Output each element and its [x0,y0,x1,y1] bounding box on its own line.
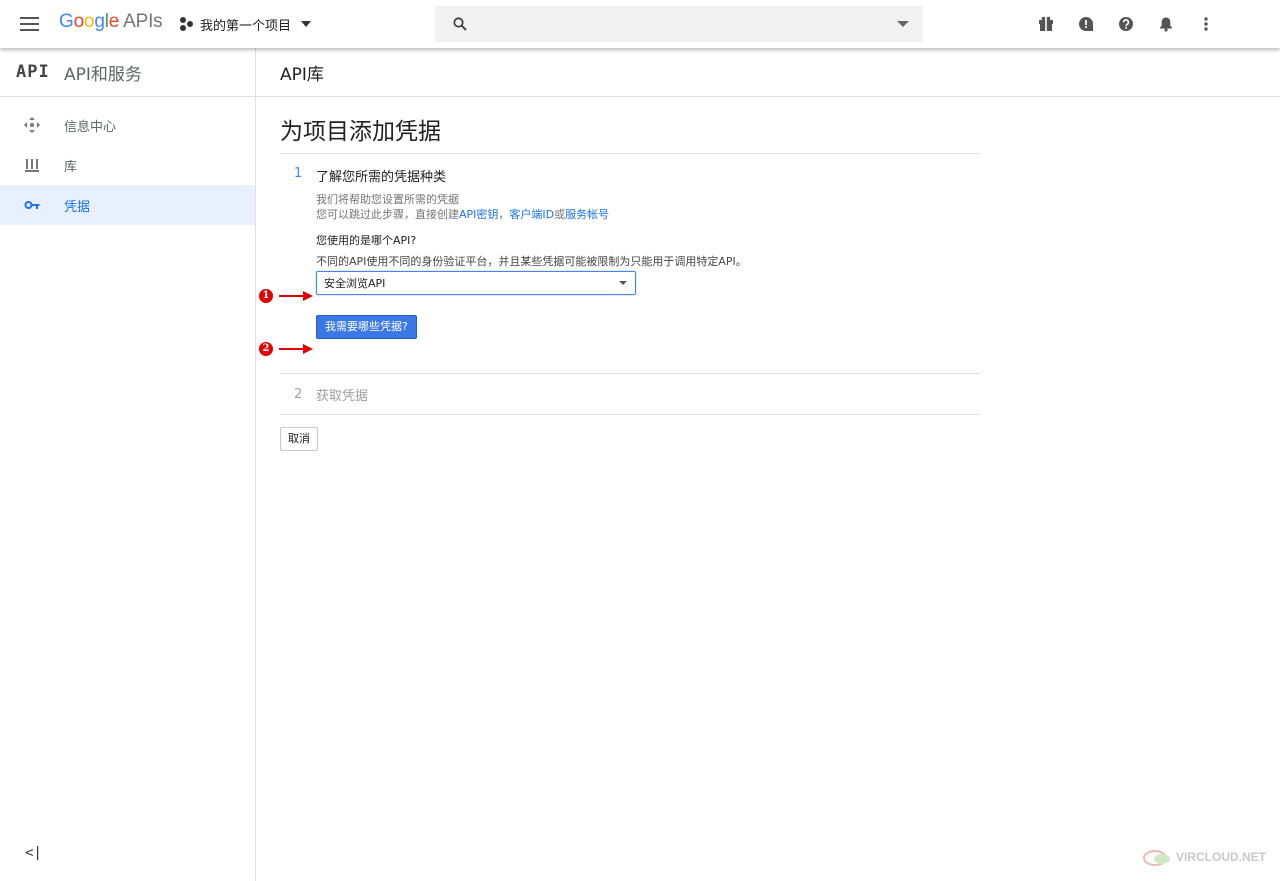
logo-letter: o [83,11,95,32]
help-text: 我们将帮助您设置所需的凭据 [316,193,459,206]
separator: ， [498,208,510,221]
logo-letter: g [94,11,105,32]
library-icon [24,157,40,173]
red-arrow-icon [279,291,313,301]
logo-letter: G [59,11,74,32]
step-number: 2 [294,386,303,402]
chevron-down-icon [301,21,312,27]
collapse-sidebar-icon[interactable]: <| [25,845,42,861]
top-actions [1036,14,1216,34]
search-input[interactable] [435,6,923,42]
step-1: 1 了解您所需的凭据种类 我们将帮助您设置所需的凭据 您可以跳过此步骤，直接创建… [280,154,980,339]
question-label: 您使用的是哪个API? [316,234,417,247]
client-id-link[interactable]: 客户端ID [509,208,554,221]
main-content: API库 为项目添加凭据 1 了解您所需的凭据种类 我们将帮助您设置所需的凭据 … [256,48,1280,881]
api-key-link[interactable]: API密钥 [459,208,498,221]
cloud-logo-icon [1143,850,1170,866]
project-selector[interactable]: 我的第一个项目 [180,14,312,34]
page-header-title: API库 [280,64,324,85]
watermark: VIRCLOUD.NET [1142,847,1266,867]
hamburger-menu-icon[interactable] [20,14,44,34]
sidebar-item-label: 库 [64,159,78,175]
project-dots-icon [180,17,194,31]
gift-icon[interactable] [1036,14,1056,34]
credentials-wizard: 为项目添加凭据 1 了解您所需的凭据种类 我们将帮助您设置所需的凭据 您可以跳过… [280,112,980,451]
help-text-links: 您可以跳过此步骤，直接创建API密钥，客户端ID或服务帐号 [316,207,980,222]
sidebar-item-dashboard[interactable]: 信息中心 [0,105,255,145]
sidebar-item-credentials[interactable]: 凭据 [0,185,255,225]
service-account-link[interactable]: 服务帐号 [565,208,609,221]
api-logo-icon: API [16,62,50,82]
which-credentials-button[interactable]: 我需要哪些凭据? [316,315,417,339]
dropdown-arrow-icon [619,281,627,285]
sidebar-nav: 信息中心 库 凭据 [0,97,255,225]
logo-letter: e [108,11,120,32]
question-description: 不同的API使用不同的身份验证平台，并且某些凭据可能被限制为只能用于调用特定AP… [316,255,747,268]
sidebar: API API和服务 信息中心 库 凭据 <| [0,48,256,881]
main-header: API库 [256,48,1280,97]
notifications-bell-icon[interactable] [1156,14,1176,34]
cancel-button[interactable]: 取消 [280,427,318,451]
red-arrow-icon [279,344,313,354]
help-prefix: 您可以跳过此步骤，直接创建 [316,208,459,221]
key-icon [24,197,40,213]
google-apis-logo[interactable]: Google APIs [59,11,163,33]
step-body: 了解您所需的凭据种类 我们将帮助您设置所需的凭据 您可以跳过此步骤，直接创建AP… [316,166,980,339]
project-name: 我的第一个项目 [200,18,292,34]
step-title: 获取凭据 [316,388,369,404]
sidebar-title: API和服务 [64,64,142,85]
api-select[interactable]: 安全浏览API [316,271,636,295]
annotation-marker-1: 1 [259,289,313,303]
dashboard-icon [24,117,40,133]
page-title: 为项目添加凭据 [280,112,980,154]
help-icon[interactable] [1116,14,1136,34]
watermark-text: VIRCLOUD.NET [1176,850,1266,864]
sidebar-item-label: 凭据 [64,199,91,215]
logo-apis-text: APIs [123,11,163,32]
more-vert-icon[interactable] [1196,14,1216,34]
step-title: 了解您所需的凭据种类 [316,170,447,185]
logo-letter: o [73,11,85,32]
step-number: 1 [294,166,303,181]
search-icon [453,17,467,31]
sidebar-header: API API和服务 [0,48,255,97]
sidebar-item-label: 信息中心 [64,119,117,135]
annotation-marker-2: 2 [259,342,313,356]
separator: 或 [554,208,566,221]
top-app-bar: Google APIs 我的第一个项目 [0,0,1280,48]
annotation-badge: 1 [259,289,273,303]
sidebar-item-library[interactable]: 库 [0,145,255,185]
annotation-badge: 2 [259,342,273,356]
search-dropdown-icon[interactable] [897,21,909,27]
step-2[interactable]: 2 获取凭据 [280,373,980,415]
feedback-icon[interactable] [1076,14,1096,34]
api-select-value: 安全浏览API [324,277,386,290]
